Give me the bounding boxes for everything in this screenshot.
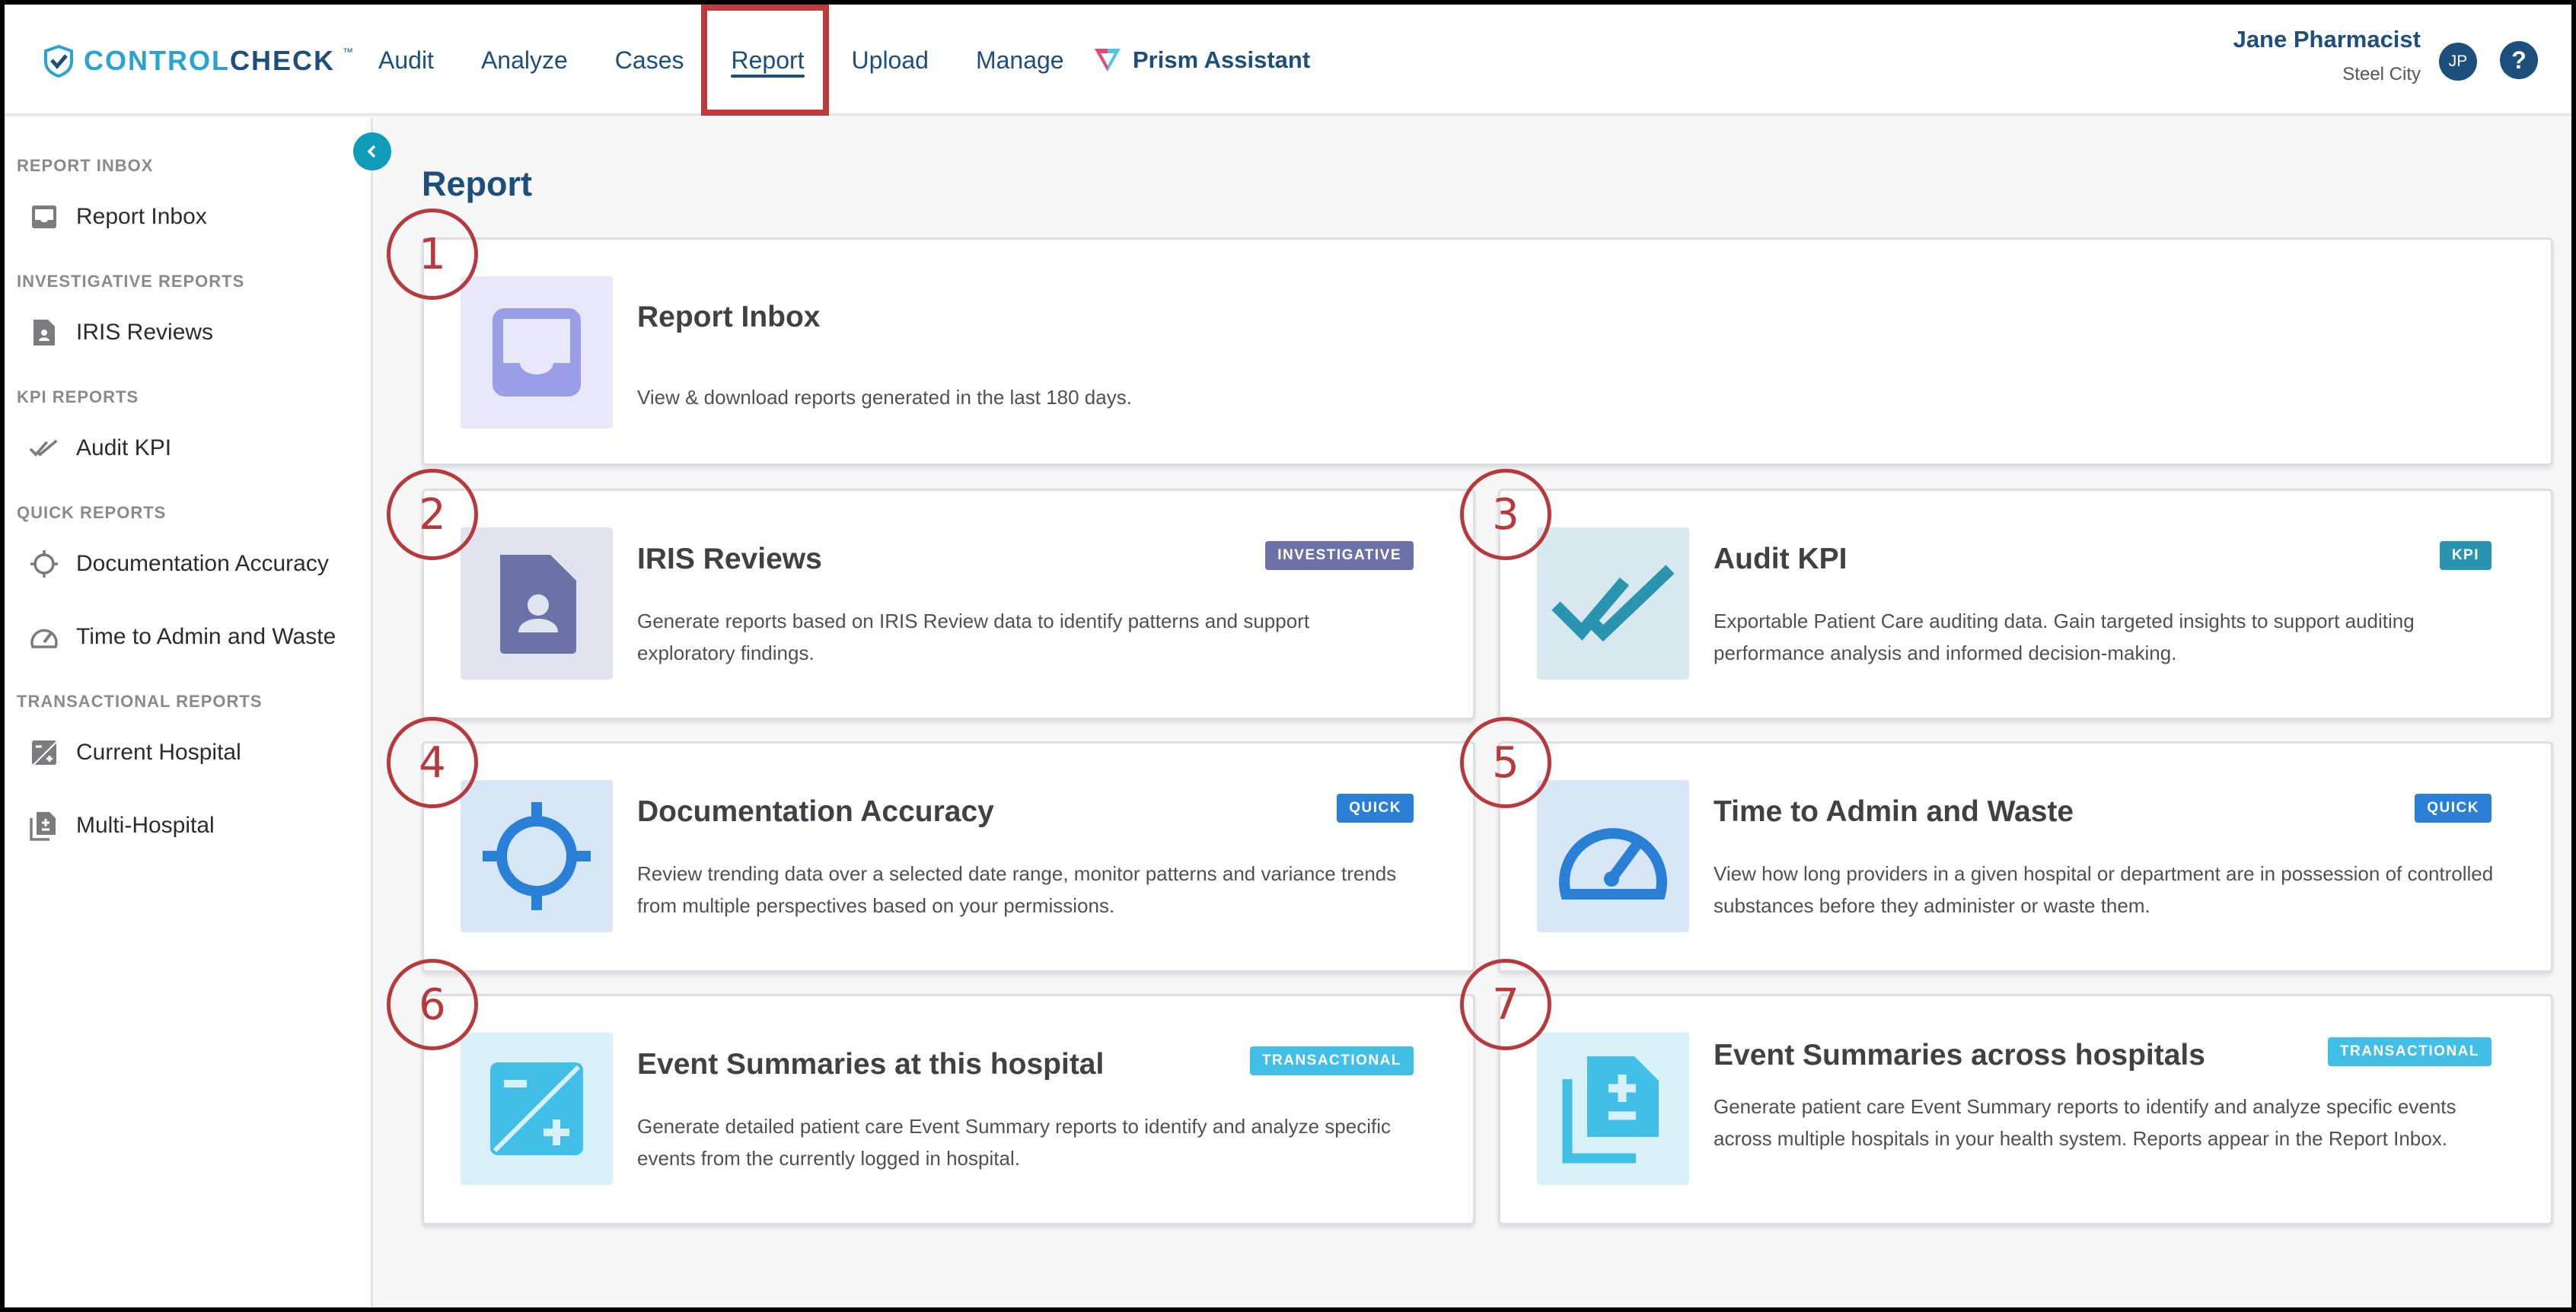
card-title: Audit KPI: [1714, 543, 1848, 575]
prism-icon: [1095, 49, 1121, 72]
nav-report[interactable]: Report: [707, 5, 827, 116]
plus-minus-icon: [461, 1033, 613, 1185]
user-file-icon: [461, 527, 613, 680]
sidebar-item-label: Time to Admin and Waste: [76, 624, 336, 649]
sidebar-item-label: Current Hospital: [76, 740, 241, 765]
badge-quick: QUICK: [2415, 794, 2492, 823]
user-location: Steel City: [2342, 64, 2421, 84]
sidebar-item-label: Documentation Accuracy: [76, 551, 329, 576]
trademark: ™: [343, 46, 353, 58]
brand-name: CONTROLCHECK: [84, 45, 335, 76]
card-description: View how long providers in a given hospi…: [1714, 862, 2494, 917]
crosshair-icon: [29, 549, 59, 579]
plus-minus-icon: [29, 737, 59, 768]
annotation-number: 5: [1460, 717, 1551, 808]
help-icon[interactable]: ?: [2500, 41, 2538, 79]
time-to-admin-card[interactable]: Time to Admin and Waste QUICK View how l…: [1498, 741, 2553, 973]
inbox-icon: [29, 202, 59, 232]
double-check-icon: [29, 433, 59, 463]
annotation-number: 6: [387, 959, 478, 1050]
user-info[interactable]: Jane Pharmacist Steel City: [2233, 26, 2421, 85]
shield-check-icon: [44, 44, 73, 78]
card-title: Event Summaries across hospitals: [1714, 1039, 2205, 1072]
gauge-icon: [1537, 780, 1689, 932]
page-title: Report: [422, 164, 532, 203]
main-nav: Audit Analyze Cases Report Upload Manage: [355, 5, 1088, 116]
brand-logo[interactable]: CONTROLCHECK ™: [41, 43, 353, 79]
annotation-number: 1: [387, 209, 478, 300]
double-check-icon: [1537, 527, 1689, 680]
badge-investigative: INVESTIGATIVE: [1265, 541, 1414, 570]
annotation-number: 3: [1460, 469, 1551, 560]
badge-transactional: TRANSACTIONAL: [2327, 1037, 2492, 1066]
user-file-icon: [29, 317, 59, 348]
sidebar-item-label: Report Inbox: [76, 204, 207, 229]
card-description: View & download reports generated in the…: [637, 386, 1132, 409]
card-title: IRIS Reviews: [637, 543, 822, 575]
card-description: Review trending data over a selected dat…: [637, 862, 1397, 917]
event-summaries-across-card[interactable]: Event Summaries across hospitals TRANSAC…: [1498, 994, 2553, 1225]
stacked-docs-icon: [1537, 1033, 1689, 1185]
sidebar-item-label: Audit KPI: [76, 435, 172, 460]
audit-kpi-card[interactable]: Audit KPI KPI Exportable Patient Care au…: [1498, 489, 2553, 720]
card-title: Documentation Accuracy: [637, 795, 994, 828]
sidebar-section-investigative: INVESTIGATIVE REPORTS: [17, 272, 245, 291]
card-description: Exportable Patient Care auditing data. G…: [1714, 610, 2415, 664]
sidebar-item-label: Multi-Hospital: [76, 813, 215, 838]
sidebar-item-multi-hospital[interactable]: Multi-Hospital: [29, 810, 215, 841]
top-navigation-bar: CONTROLCHECK ™ Audit Analyze Cases Repor…: [5, 5, 2571, 116]
inbox-icon: [461, 276, 613, 428]
chevron-left-icon: [367, 145, 376, 158]
nav-cases[interactable]: Cases: [591, 5, 708, 116]
iris-reviews-card[interactable]: IRIS Reviews INVESTIGATIVE Generate repo…: [422, 489, 1475, 720]
card-description: Generate patient care Event Summary repo…: [1714, 1095, 2456, 1150]
sidebar-section-transactional: TRANSACTIONAL REPORTS: [17, 692, 263, 711]
badge-kpi: KPI: [2439, 541, 2492, 570]
sidebar: REPORT INBOX Report Inbox INVESTIGATIVE …: [5, 118, 373, 1307]
documentation-accuracy-card[interactable]: Documentation Accuracy QUICK Review tren…: [422, 741, 1475, 973]
badge-quick: QUICK: [1337, 794, 1414, 823]
event-summaries-hospital-card[interactable]: Event Summaries at this hospital TRANSAC…: [422, 994, 1475, 1225]
sidebar-item-report-inbox[interactable]: Report Inbox: [29, 202, 207, 232]
nav-analyze[interactable]: Analyze: [457, 5, 591, 116]
sidebar-section-quick: QUICK REPORTS: [17, 503, 167, 522]
prism-assistant-label: Prism Assistant: [1133, 46, 1311, 73]
badge-transactional: TRANSACTIONAL: [1249, 1046, 1414, 1075]
sidebar-item-audit-kpi[interactable]: Audit KPI: [29, 433, 171, 463]
gauge-icon: [29, 622, 59, 652]
sidebar-item-current-hospital[interactable]: Current Hospital: [29, 737, 241, 768]
card-title: Report Inbox: [637, 301, 821, 333]
card-description: Generate reports based on IRIS Review da…: [637, 610, 1310, 664]
card-description: Generate detailed patient care Event Sum…: [637, 1115, 1391, 1170]
card-title: Time to Admin and Waste: [1714, 795, 2074, 828]
sidebar-item-iris-reviews[interactable]: IRIS Reviews: [29, 317, 213, 348]
app-window: CONTROLCHECK ™ Audit Analyze Cases Repor…: [5, 5, 2571, 1307]
sidebar-collapse-button[interactable]: [353, 132, 391, 170]
nav-upload[interactable]: Upload: [828, 5, 952, 116]
sidebar-item-documentation-accuracy[interactable]: Documentation Accuracy: [29, 549, 329, 579]
stacked-docs-icon: [29, 810, 59, 841]
report-inbox-card[interactable]: Report Inbox View & download reports gen…: [422, 237, 2553, 466]
nav-manage[interactable]: Manage: [952, 5, 1088, 116]
avatar[interactable]: JP: [2439, 43, 2477, 81]
nav-audit[interactable]: Audit: [355, 5, 457, 116]
sidebar-section-kpi: KPI REPORTS: [17, 387, 139, 406]
annotation-number: 4: [387, 717, 478, 808]
annotation-number: 7: [1460, 959, 1551, 1050]
sidebar-section-report-inbox: REPORT INBOX: [17, 156, 154, 175]
card-title: Event Summaries at this hospital: [637, 1048, 1105, 1081]
sidebar-item-time-to-admin[interactable]: Time to Admin and Waste: [29, 622, 336, 652]
user-name: Jane Pharmacist: [2233, 26, 2421, 53]
sidebar-item-label: IRIS Reviews: [76, 320, 214, 345]
prism-assistant-link[interactable]: Prism Assistant: [1093, 43, 1310, 78]
annotation-number: 2: [387, 469, 478, 560]
crosshair-icon: [461, 780, 613, 932]
